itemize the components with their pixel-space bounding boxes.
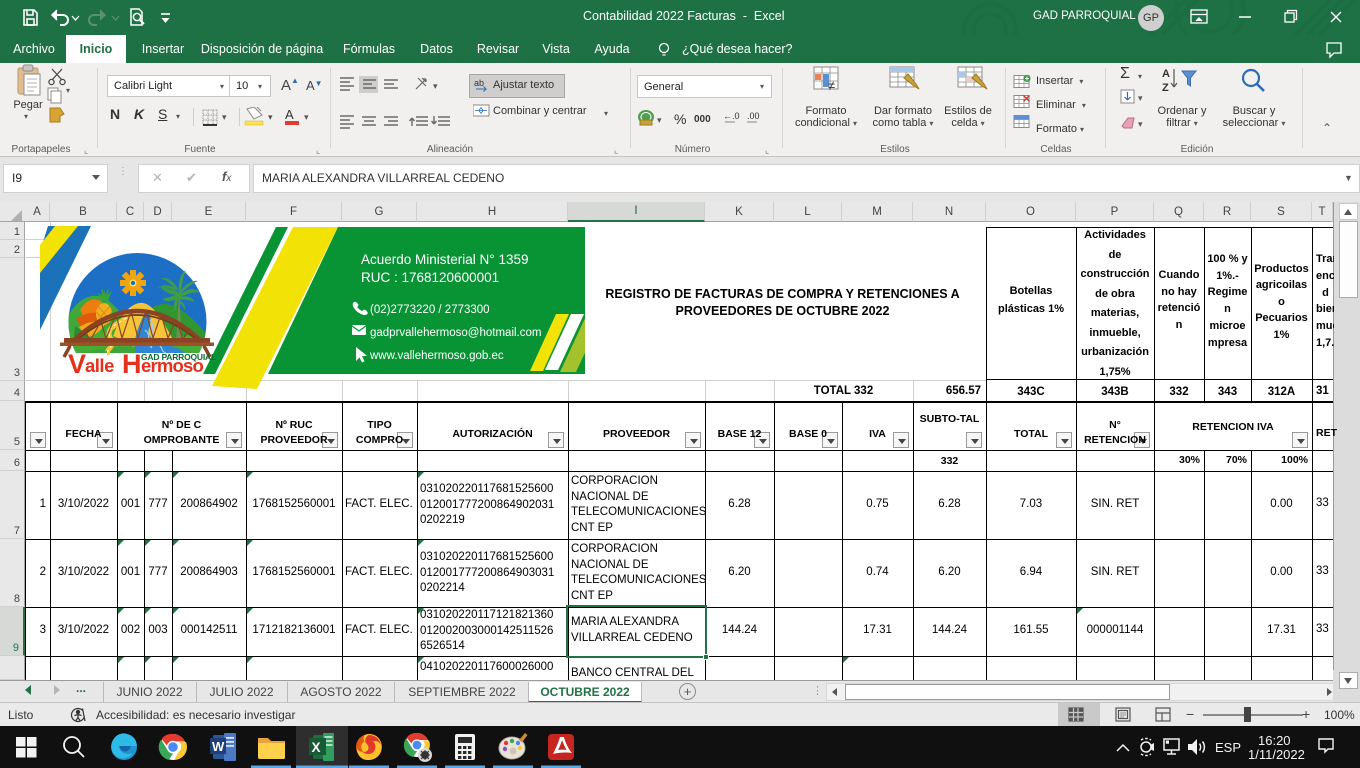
svg-text:gadprvallehermoso@hotmail.com: gadprvallehermoso@hotmail.com (370, 327, 541, 339)
svg-text:1/11/2022: 1/11/2022 (1248, 747, 1305, 762)
svg-text:X: X (312, 740, 321, 755)
svg-text:ESP: ESP (1215, 740, 1241, 755)
svg-text:▾: ▾ (1138, 119, 1143, 129)
svg-text:Z: Z (1162, 82, 1169, 94)
svg-text:000: 000 (694, 114, 711, 125)
svg-text:▾: ▾ (657, 115, 662, 125)
svg-text:ab: ab (474, 78, 484, 88)
svg-text:RUC : 1768120600001: RUC : 1768120600001 (361, 270, 499, 285)
svg-text:GAD PARROQUIAL: GAD PARROQUIAL (141, 352, 216, 362)
svg-text:H: H (122, 349, 142, 379)
svg-text:.00: .00 (747, 111, 760, 121)
svg-text:A: A (1162, 68, 1170, 80)
svg-text:▾: ▾ (304, 112, 309, 122)
svg-text:≠: ≠ (828, 78, 835, 93)
svg-text:www.vallehermoso.gob.ec: www.vallehermoso.gob.ec (369, 350, 504, 362)
svg-text:W: W (212, 739, 225, 754)
svg-text:▾: ▾ (222, 112, 227, 122)
svg-text:Acuerdo Ministerial N° 1359: Acuerdo Ministerial N° 1359 (361, 252, 528, 267)
svg-text:▾: ▾ (433, 81, 438, 91)
svg-text:A: A (285, 107, 294, 122)
svg-text:%: % (674, 111, 686, 127)
svg-text:(02)2773220 / 2773300: (02)2773220 / 2773300 (370, 304, 490, 316)
svg-text:←.0: ←.0 (723, 111, 740, 121)
svg-text:V: V (68, 349, 86, 379)
svg-text:16:20: 16:20 (1258, 733, 1291, 748)
svg-text:▾: ▾ (268, 112, 273, 122)
svg-text:▾: ▾ (1138, 93, 1143, 103)
svg-text:alle: alle (85, 355, 114, 376)
